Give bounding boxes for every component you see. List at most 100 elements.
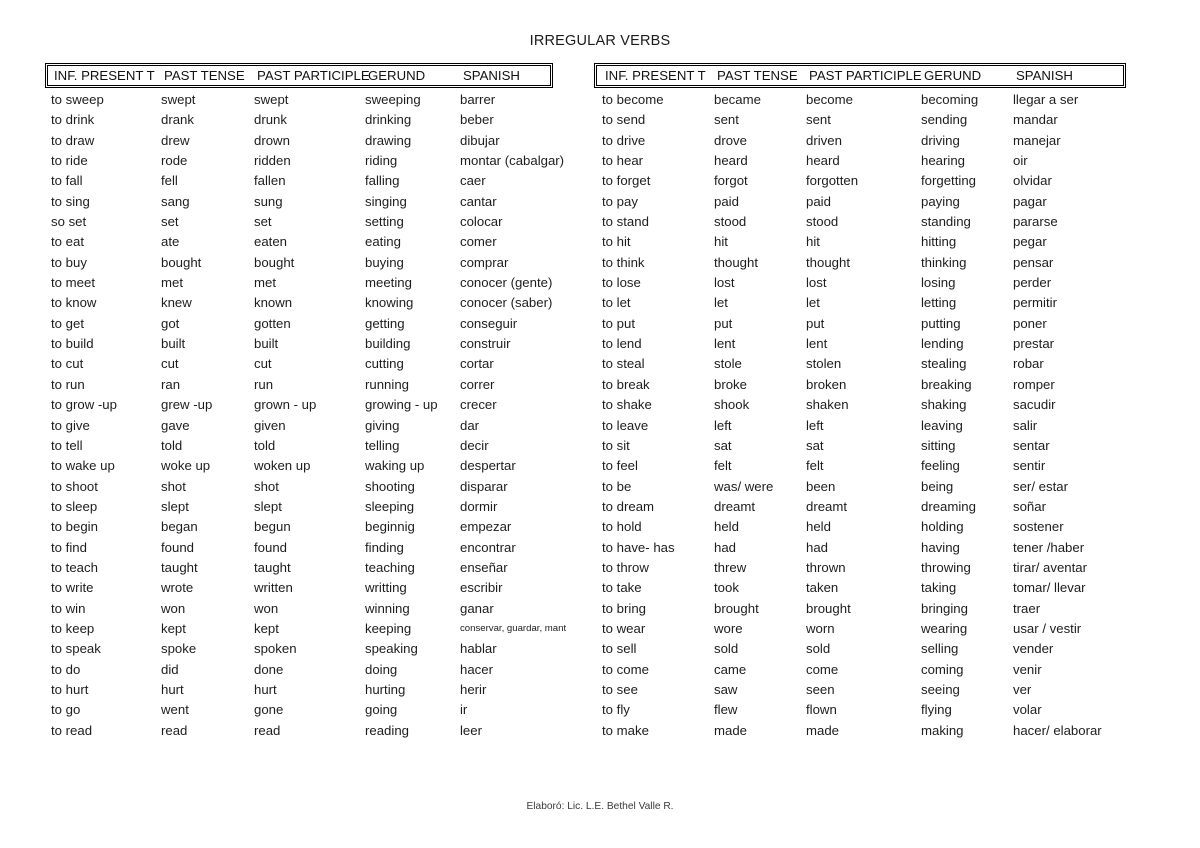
table-cell: dar <box>460 417 480 433</box>
table-row: to lend lent lent lending prestar <box>594 334 1126 354</box>
table-cell: ser/ estar <box>1013 478 1068 494</box>
table-cell: to draw <box>51 132 95 148</box>
table-cell: made <box>806 722 839 738</box>
table-row: to steal stole stolen stealing robar <box>594 354 1126 374</box>
table-cell: drunk <box>254 112 287 128</box>
table-cell: found <box>254 539 288 555</box>
table-row: to fly flew flown flying volar <box>594 700 1126 720</box>
table-cell: lent <box>806 336 828 352</box>
table-cell: to meet <box>51 275 95 291</box>
table-cell: doing <box>365 661 398 677</box>
table-cell: to feel <box>602 458 638 474</box>
table-cell: set <box>254 214 272 230</box>
table-cell: wrote <box>161 580 194 596</box>
table-cell: empezar <box>460 519 512 535</box>
table-row: to think thought thought thinking pensar <box>594 253 1126 273</box>
table-cell: meeting <box>365 275 412 291</box>
table-cell: holding <box>921 519 964 535</box>
table-cell: spoke <box>161 641 197 657</box>
table-cell: to get <box>51 315 84 331</box>
table-cell: ver <box>1013 681 1032 697</box>
table-cell: growing - up <box>365 397 438 413</box>
table-cell: ran <box>161 376 181 392</box>
table-cell: shaken <box>806 397 849 413</box>
table-cell: pegar <box>1013 234 1047 250</box>
column-header-past-tense: PAST TENSE <box>717 68 798 83</box>
table-cell: shooting <box>365 478 415 494</box>
table-row: to sing sang sung singing cantar <box>45 192 553 212</box>
table-cell: to cut <box>51 356 84 372</box>
table-cell: broken <box>806 376 847 392</box>
table-cell: to shake <box>602 397 652 413</box>
table-cell: usar / vestir <box>1013 620 1082 636</box>
table-cell: thought <box>714 254 758 270</box>
table-row: to meet met met meeting conocer (gente) <box>45 273 553 293</box>
table-row: to go went gone going ir <box>45 700 553 720</box>
table-cell: hit <box>806 234 820 250</box>
table-cell: salir <box>1013 417 1038 433</box>
table-cell: tener /haber <box>1013 539 1085 555</box>
table-cell: conseguir <box>460 315 518 331</box>
table-cell: pararse <box>1013 214 1058 230</box>
table-cell: saw <box>714 681 738 697</box>
table-cell: colocar <box>460 214 503 230</box>
table-row: to stand stood stood standing pararse <box>594 212 1126 232</box>
table-cell: manejar <box>1013 132 1061 148</box>
table-cell: lent <box>714 336 736 352</box>
table-row: to build built built building construir <box>45 334 553 354</box>
table-cell: swept <box>254 92 289 107</box>
table-row: to feel felt felt feeling sentir <box>594 456 1126 476</box>
table-cell: losing <box>921 275 956 291</box>
table-row: to shoot shot shot shooting disparar <box>45 477 553 497</box>
table-cell: heard <box>806 153 840 169</box>
table-cell: to let <box>602 295 631 311</box>
table-cell: given <box>254 417 286 433</box>
table-cell: done <box>254 661 284 677</box>
table-cell: woken up <box>254 458 311 474</box>
table-row: to take took taken taking tomar/ llevar <box>594 578 1126 598</box>
table-cell: riding <box>365 153 398 169</box>
table-cell: correr <box>460 376 495 392</box>
table-cell: breaking <box>921 376 972 392</box>
table-cell: bringing <box>921 600 968 616</box>
table-row: to drink drank drunk drinking beber <box>45 110 553 130</box>
table-cell: flew <box>714 702 738 718</box>
table-cell: shaking <box>921 397 967 413</box>
table-cell: shook <box>714 397 750 413</box>
table-row: to speak spoke spoken speaking hablar <box>45 639 553 659</box>
table-cell: grown - up <box>254 397 317 413</box>
table-cell: to become <box>602 92 664 107</box>
table-cell: to think <box>602 254 645 270</box>
table-cell: became <box>714 92 761 107</box>
table-cell: dreamt <box>806 498 848 514</box>
table-row: to win won won winning ganar <box>45 599 553 619</box>
table-cell: stood <box>714 214 747 230</box>
table-cell: sending <box>921 112 968 128</box>
table-cell: thinking <box>921 254 967 270</box>
table-cell: read <box>254 722 281 738</box>
table-cell: cutting <box>365 356 404 372</box>
table-cell: to take <box>602 580 642 596</box>
table-cell: won <box>254 600 279 616</box>
table-cell: to know <box>51 295 97 311</box>
table-cell: shot <box>254 478 279 494</box>
table-cell: putting <box>921 315 961 331</box>
table-cell: forgotten <box>806 173 859 189</box>
column-header-past-participle: PAST PARTICIPLE <box>809 68 922 83</box>
table-cell: to drink <box>51 112 95 128</box>
table-cell: begun <box>254 519 291 535</box>
table-cell: met <box>254 275 276 291</box>
table-cell: telling <box>365 437 400 453</box>
column-header-past-tense: PAST TENSE <box>164 68 245 83</box>
table-cell: woke up <box>161 458 211 474</box>
table-cell: come <box>806 661 839 677</box>
table-cell: to keep <box>51 620 95 636</box>
table-cell: standing <box>921 214 971 230</box>
table-cell: bought <box>254 254 295 270</box>
table-cell: gone <box>254 702 284 718</box>
table-cell: told <box>161 437 183 453</box>
table-row: to see saw seen seeing ver <box>594 680 1126 700</box>
table-cell: brought <box>714 600 759 616</box>
table-cell: conservar, guardar, mant <box>460 622 567 634</box>
table-cell: to begin <box>51 519 98 535</box>
